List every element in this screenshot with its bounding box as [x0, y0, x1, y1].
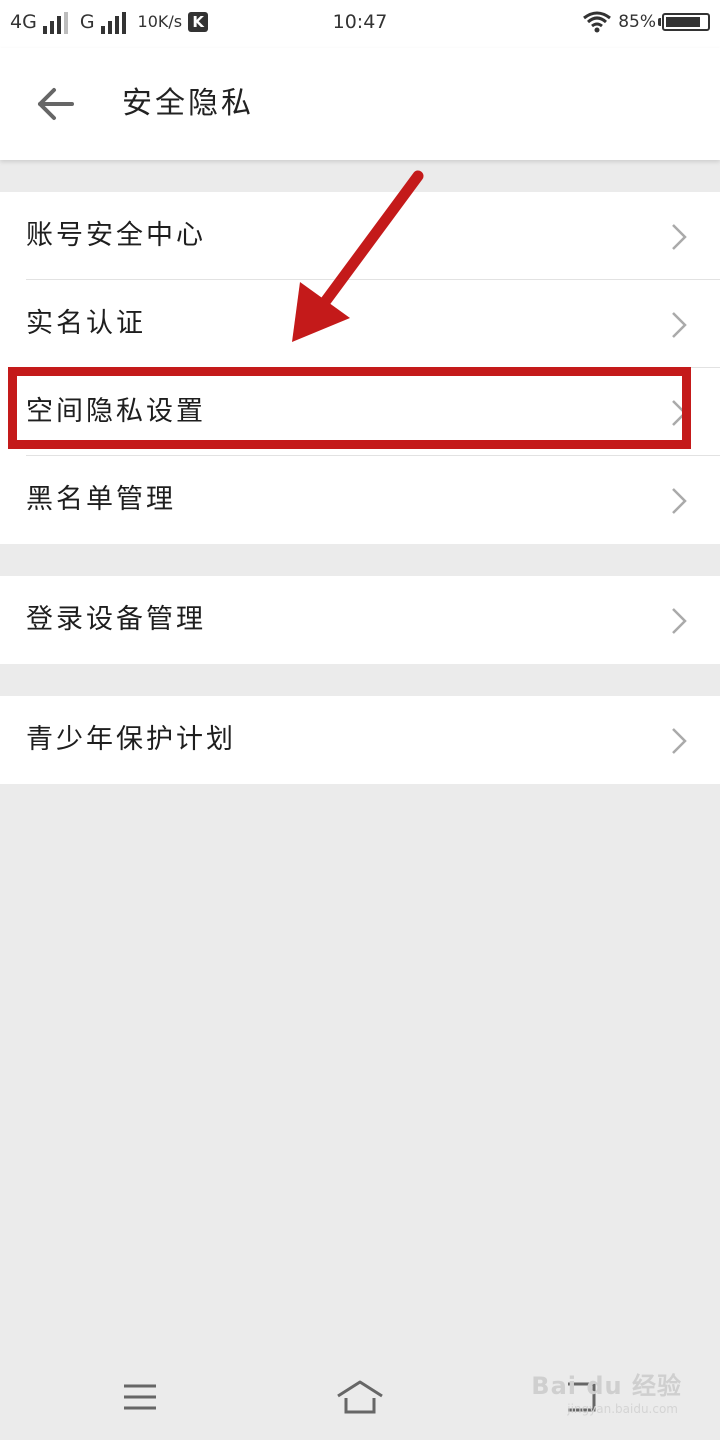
list-item-real-name[interactable]: 实名认证: [0, 280, 720, 368]
home-icon: [337, 1380, 383, 1414]
back-icon: [568, 1382, 596, 1412]
chevron-right-icon: [672, 488, 687, 514]
home-button[interactable]: [330, 1376, 390, 1416]
settings-group-devices: 登录设备管理: [0, 576, 720, 664]
list-item-label: 青少年保护计划: [26, 724, 236, 755]
list-item-blacklist[interactable]: 黑名单管理: [0, 456, 720, 544]
wifi-icon: [583, 11, 612, 33]
status-right: 85%: [582, 10, 710, 34]
system-nav-bar: [0, 1352, 720, 1440]
battery-icon: [658, 13, 710, 31]
list-item-label: 账号安全中心: [26, 220, 206, 251]
list-item-label: 空间隐私设置: [26, 396, 206, 427]
app-header: 安全隐私: [0, 48, 720, 160]
page-title: 安全隐私: [122, 86, 254, 121]
settings-group-youth: 青少年保护计划: [0, 696, 720, 784]
arrow-left-icon: [38, 88, 74, 120]
chevron-right-icon: [672, 608, 687, 634]
chevron-right-icon: [672, 224, 687, 250]
list-item-label: 登录设备管理: [26, 604, 206, 635]
battery-percent: 85%: [618, 12, 656, 32]
list-item-space-privacy[interactable]: 空间隐私设置: [0, 368, 720, 456]
chevron-right-icon: [672, 400, 687, 426]
list-item-label: 黑名单管理: [26, 484, 176, 515]
menu-button[interactable]: [110, 1376, 170, 1416]
back-nav-button[interactable]: [550, 1376, 610, 1416]
status-bar: 4G G 10K/s K 10:47 85%: [0, 0, 720, 48]
list-item-youth-protection[interactable]: 青少年保护计划: [0, 696, 720, 784]
list-item-login-devices[interactable]: 登录设备管理: [0, 576, 720, 664]
back-button[interactable]: [30, 82, 82, 126]
list-item-account-security[interactable]: 账号安全中心: [0, 192, 720, 280]
settings-group-account: 账号安全中心 实名认证 空间隐私设置 黑名单管理: [0, 192, 720, 544]
chevron-right-icon: [672, 728, 687, 754]
menu-icon: [124, 1384, 156, 1410]
chevron-right-icon: [672, 312, 687, 338]
list-item-label: 实名认证: [26, 308, 146, 339]
